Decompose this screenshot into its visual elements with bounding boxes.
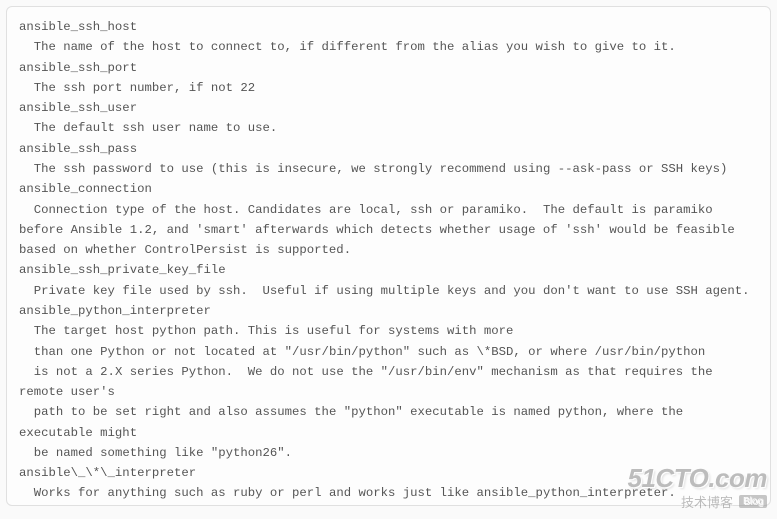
code-block: ansible_ssh_host The name of the host to… [6, 6, 771, 506]
